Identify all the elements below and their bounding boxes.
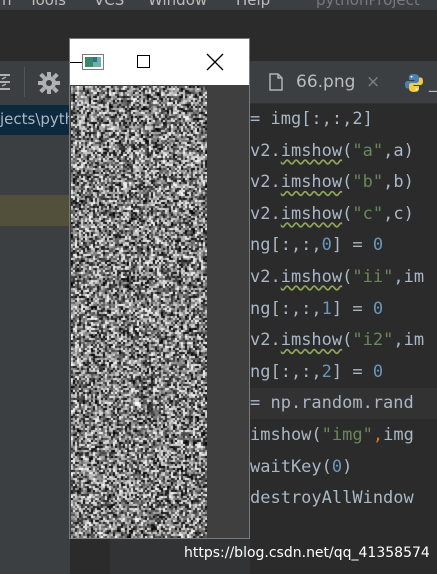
tab-close-icon[interactable]: × <box>366 73 380 91</box>
code-token: ] = <box>331 298 373 319</box>
code-line[interactable]: v2.imshow("i2",im <box>250 325 424 356</box>
menu-item-vcs[interactable]: VCS <box>94 0 124 9</box>
code-token: ,c) <box>383 203 414 224</box>
code-token: 0 <box>331 456 343 477</box>
code-line[interactable]: ng[:,:,1] = 0 <box>250 294 383 325</box>
menu-item-window[interactable]: Window <box>148 0 207 9</box>
code-token: "ii" <box>352 267 394 287</box>
menu-bar: n Tools VCS Window Help pythonProject <box>0 0 437 10</box>
code-token: imshow <box>280 203 343 224</box>
code-token: ( <box>342 203 353 224</box>
code-token: = img[:,:,2] <box>250 109 373 129</box>
watermark-text: https://blog.csdn.net/qq_41358574 <box>184 545 430 561</box>
code-token: 0 <box>372 235 384 256</box>
code-line[interactable]: v2.imshow("ii",im <box>250 262 424 293</box>
code-token: ( <box>342 172 353 193</box>
code-token: imshow <box>280 267 343 287</box>
project-tree: jects\pyth <box>0 103 70 574</box>
code-line[interactable]: ng[:,:,0] = 0 <box>250 230 383 261</box>
code-token: 0 <box>372 298 384 319</box>
window-titlebar[interactable] <box>70 39 249 85</box>
code-token: v2. <box>250 140 281 161</box>
gear-icon[interactable] <box>38 72 60 94</box>
code-token: "c" <box>352 203 384 224</box>
code-token: v2. <box>250 172 281 193</box>
code-token: "a" <box>352 140 384 161</box>
code-token: ng[:,:, <box>250 235 322 256</box>
code-token: destroyAllWindow <box>250 488 414 509</box>
code-token: imshow <box>280 330 343 351</box>
code-token: , <box>372 425 384 445</box>
menu-item-help[interactable]: Help <box>236 0 270 9</box>
code-token: ( <box>342 267 353 287</box>
code-token: ) <box>342 456 353 477</box>
code-token: v2. <box>250 203 281 224</box>
window-client-area <box>70 85 249 538</box>
code-token: imshow( <box>250 425 322 445</box>
code-token: ] = <box>331 361 373 382</box>
code-line[interactable]: = img[:,:,2] <box>250 104 373 135</box>
code-token: imshow <box>280 172 343 193</box>
code-token: v2. <box>250 267 281 287</box>
project-path-label: jects\pyth <box>0 110 70 128</box>
code-token: 1 <box>321 298 332 319</box>
project-path-row[interactable]: jects\pyth <box>0 105 70 135</box>
code-line[interactable]: ng[:,:,2] = 0 <box>250 357 383 388</box>
code-token: ,im <box>393 330 425 351</box>
collapse-all-icon[interactable] <box>0 71 12 93</box>
tab-66-png[interactable]: 66.png <box>296 72 355 92</box>
code-token: img <box>383 425 414 445</box>
code-token: ng[:,:, <box>250 361 322 382</box>
editor-tab-bar: 66.png × _ <box>250 61 437 104</box>
code-token: imshow <box>280 140 343 161</box>
code-token: waitKey( <box>250 456 332 477</box>
code-line[interactable]: v2.imshow("c",c) <box>250 199 414 230</box>
toolbar-separator <box>24 67 25 97</box>
random-noise-image <box>71 86 207 538</box>
code-line[interactable]: v2.imshow("a",a) <box>250 136 414 167</box>
python-file-icon[interactable] <box>404 73 424 93</box>
code-token: ng[:,:, <box>250 298 322 319</box>
code-token: ( <box>342 140 353 161</box>
project-tree-highlighted-row[interactable] <box>0 195 70 226</box>
menu-item-tools[interactable]: Tools <box>29 0 66 9</box>
code-token: ,im <box>393 267 425 287</box>
code-token: 0 <box>372 361 384 382</box>
minimize-icon[interactable] <box>70 62 82 64</box>
close-icon[interactable] <box>206 53 224 71</box>
project-title: pythonProject <box>316 0 420 9</box>
code-token: "img" <box>321 425 373 445</box>
code-token: ,b) <box>383 172 414 193</box>
code-token: "i2" <box>352 330 394 351</box>
code-line[interactable]: imshow("img",img <box>250 420 414 451</box>
image-file-icon <box>269 73 283 91</box>
code-token: = np.random.rand <box>250 393 414 414</box>
code-token: ,a) <box>383 140 414 161</box>
code-line[interactable]: = np.random.rand <box>250 388 437 420</box>
opencv-window-icon <box>82 54 104 70</box>
maximize-icon[interactable] <box>137 55 150 68</box>
code-line[interactable]: destroyAllWindow <box>250 483 414 514</box>
code-token: 2 <box>321 361 332 382</box>
code-line[interactable]: v2.imshow("b",b) <box>250 167 414 198</box>
code-token: v2. <box>250 330 281 351</box>
code-token: "b" <box>352 172 384 193</box>
code-token: ] = <box>331 235 373 256</box>
code-token: 0 <box>321 235 332 256</box>
code-line[interactable]: waitKey(0) <box>250 452 352 483</box>
project-toolbar <box>0 61 70 103</box>
tab-truncated-label[interactable]: _ <box>429 73 437 93</box>
desktop-screen: n Tools VCS Window Help pythonProject je… <box>0 0 437 574</box>
opencv-image-window[interactable] <box>69 38 250 539</box>
code-token: ( <box>342 330 353 351</box>
menu-item-navigate[interactable]: n <box>2 0 12 9</box>
